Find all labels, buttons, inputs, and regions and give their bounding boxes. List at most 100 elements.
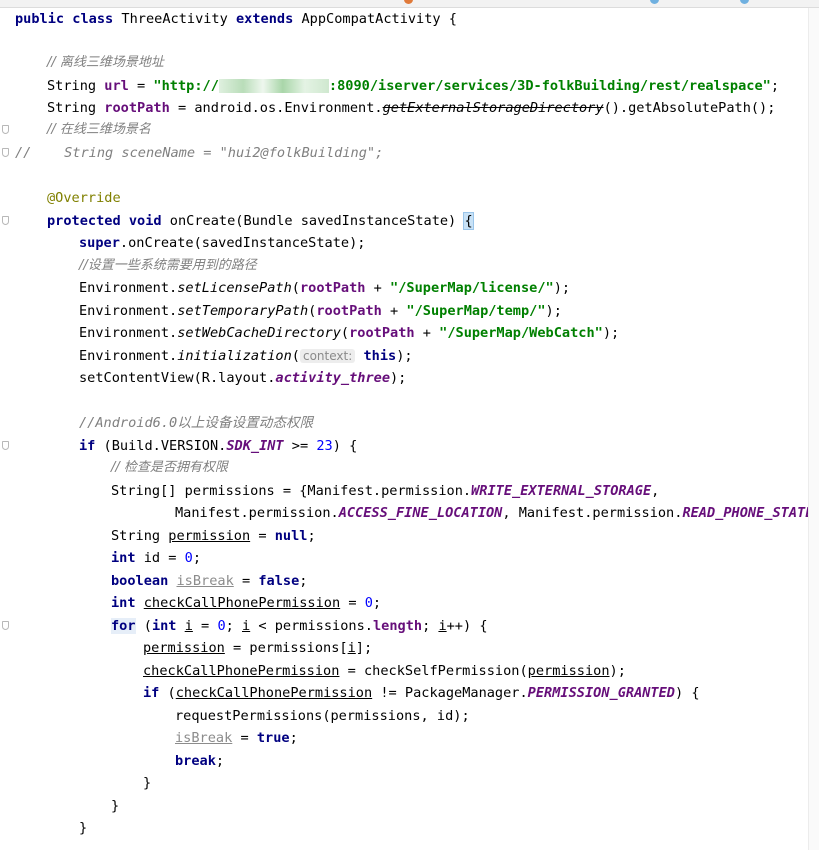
code-text: < permissions. bbox=[250, 618, 373, 634]
code-text: ( bbox=[291, 348, 300, 364]
fold-marker[interactable] bbox=[2, 621, 9, 630]
static-field: READ_PHONE_STATE bbox=[682, 505, 814, 521]
code-text: id = bbox=[135, 550, 185, 566]
unused-variable: isBreak bbox=[176, 573, 234, 589]
code-text: .onCreate(savedInstanceState); bbox=[119, 235, 366, 251]
code-line: if (checkCallPhonePermission != PackageM… bbox=[143, 682, 700, 704]
field-name: url bbox=[104, 78, 129, 94]
code-text: ; bbox=[289, 730, 298, 746]
code-text: Environment. bbox=[79, 303, 178, 319]
variable: permission bbox=[168, 528, 251, 544]
code-text: ; bbox=[215, 753, 225, 769]
code-text: ]; bbox=[355, 640, 373, 656]
code-text: ) { bbox=[675, 685, 700, 701]
code-text: + bbox=[365, 280, 391, 296]
method-signature: onCreate(Bundle savedInstanceState) bbox=[169, 213, 465, 229]
code-text: = bbox=[232, 730, 257, 746]
string-literal: "http:// bbox=[153, 78, 219, 94]
matched-brace: { bbox=[463, 212, 474, 230]
vertical-scrollbar[interactable] bbox=[808, 8, 819, 850]
code-text: + bbox=[414, 325, 440, 341]
keyword: protected bbox=[47, 213, 121, 229]
code-text: = checkSelfPermission( bbox=[339, 663, 528, 679]
variable: i bbox=[184, 618, 193, 634]
comment-line: //Android6.0以上设备设置动态权限 bbox=[79, 415, 314, 431]
code-text: String bbox=[47, 100, 105, 116]
closing-brace: } bbox=[111, 798, 120, 814]
code-text: = bbox=[250, 528, 275, 544]
keyword: int bbox=[151, 618, 177, 634]
number-literal: 0 bbox=[184, 550, 193, 566]
code-text: ; bbox=[422, 618, 439, 634]
editor-tab-strip[interactable] bbox=[0, 0, 819, 8]
code-line: public class ThreeActivity extends AppCo… bbox=[15, 8, 457, 30]
code-text: >= bbox=[283, 438, 317, 454]
static-method: setTemporaryPath bbox=[177, 303, 309, 319]
comment-line: // 检查是否拥有权限 bbox=[111, 460, 228, 475]
keyword: int bbox=[111, 595, 136, 611]
code-line: setContentView(R.layout.activity_three); bbox=[79, 367, 406, 389]
code-text: String[] permissions = {Manifest.permiss… bbox=[111, 483, 472, 499]
code-text: ; bbox=[192, 550, 202, 566]
code-line: boolean isBreak = false; bbox=[111, 570, 307, 592]
code-text: String bbox=[111, 528, 169, 544]
comment-line: // String sceneName = "hui2@folkBuilding… bbox=[15, 145, 384, 161]
fold-marker[interactable] bbox=[2, 216, 9, 225]
code-line: if (Build.VERSION.SDK_INT >= 23) { bbox=[79, 435, 357, 457]
variable: checkCallPhonePermission bbox=[143, 595, 341, 611]
deprecated-method: getExternalStorageDirectory bbox=[382, 100, 604, 116]
code-text: + bbox=[381, 303, 407, 319]
closing-brace: } bbox=[79, 820, 88, 836]
keyword: int bbox=[111, 550, 136, 566]
variable: i bbox=[438, 618, 447, 634]
keyword: super bbox=[79, 235, 120, 251]
keyword: public bbox=[15, 11, 65, 27]
code-editor[interactable]: public class ThreeActivity extends AppCo… bbox=[0, 8, 819, 850]
code-text: ); bbox=[545, 303, 562, 319]
keyword: break bbox=[175, 753, 216, 769]
code-text: ); bbox=[609, 663, 626, 679]
field-name: rootPath bbox=[299, 280, 366, 296]
code-line: String url = "http://:8090/iserver/servi… bbox=[47, 75, 779, 97]
code-text: Environment. bbox=[79, 348, 178, 364]
code-text: Environment. bbox=[79, 280, 178, 296]
comment-line: // 在线三维场景名 bbox=[47, 122, 151, 137]
number-literal: 0 bbox=[217, 618, 226, 634]
fold-marker[interactable] bbox=[2, 148, 9, 157]
string-literal: "/SuperMap/license/" bbox=[390, 280, 554, 296]
code-line: super.onCreate(savedInstanceState); bbox=[79, 232, 365, 254]
code-text: ); bbox=[396, 348, 413, 364]
code-text: = bbox=[233, 573, 259, 589]
code-line: requestPermissions(permissions, id); bbox=[175, 708, 470, 724]
number-literal: 23 bbox=[316, 438, 333, 454]
code-text: ().getAbsolutePath(); bbox=[603, 100, 776, 116]
code-text: ; bbox=[225, 618, 242, 634]
fold-marker[interactable] bbox=[2, 441, 9, 450]
field-name: rootPath bbox=[349, 325, 415, 341]
tab-file-icon bbox=[404, 0, 413, 4]
keyword: class bbox=[72, 11, 114, 27]
keyword: if bbox=[143, 685, 160, 701]
static-field: ACCESS_FINE_LOCATION bbox=[338, 505, 503, 521]
unused-variable: isBreak bbox=[175, 730, 233, 746]
keyword: void bbox=[128, 213, 162, 229]
parameter-hint: context: bbox=[299, 349, 356, 363]
code-line: Environment.setWebCacheDirectory(rootPat… bbox=[79, 322, 619, 344]
comment-line: //设置一些系统需要用到的路径 bbox=[79, 258, 257, 273]
code-text: ); bbox=[602, 325, 620, 341]
code-text: AppCompatActivity { bbox=[301, 11, 457, 27]
keyword: null bbox=[274, 528, 308, 544]
code-text: ++) { bbox=[446, 618, 488, 634]
fold-marker[interactable] bbox=[2, 125, 9, 134]
code-line: permission = permissions[i]; bbox=[143, 637, 372, 659]
code-text: ( bbox=[340, 325, 350, 341]
keyword: true bbox=[256, 730, 290, 746]
code-text: != PackageManager. bbox=[372, 685, 528, 701]
code-line: Environment.setTemporaryPath(rootPath + … bbox=[79, 300, 562, 322]
code-line: isBreak = true; bbox=[175, 727, 298, 749]
code-text: ( bbox=[135, 618, 152, 634]
code-line: Environment.initialization(context: this… bbox=[79, 345, 413, 367]
keyword: false bbox=[258, 573, 300, 589]
tab-file-icon bbox=[740, 0, 749, 4]
code-text: = bbox=[340, 595, 365, 611]
